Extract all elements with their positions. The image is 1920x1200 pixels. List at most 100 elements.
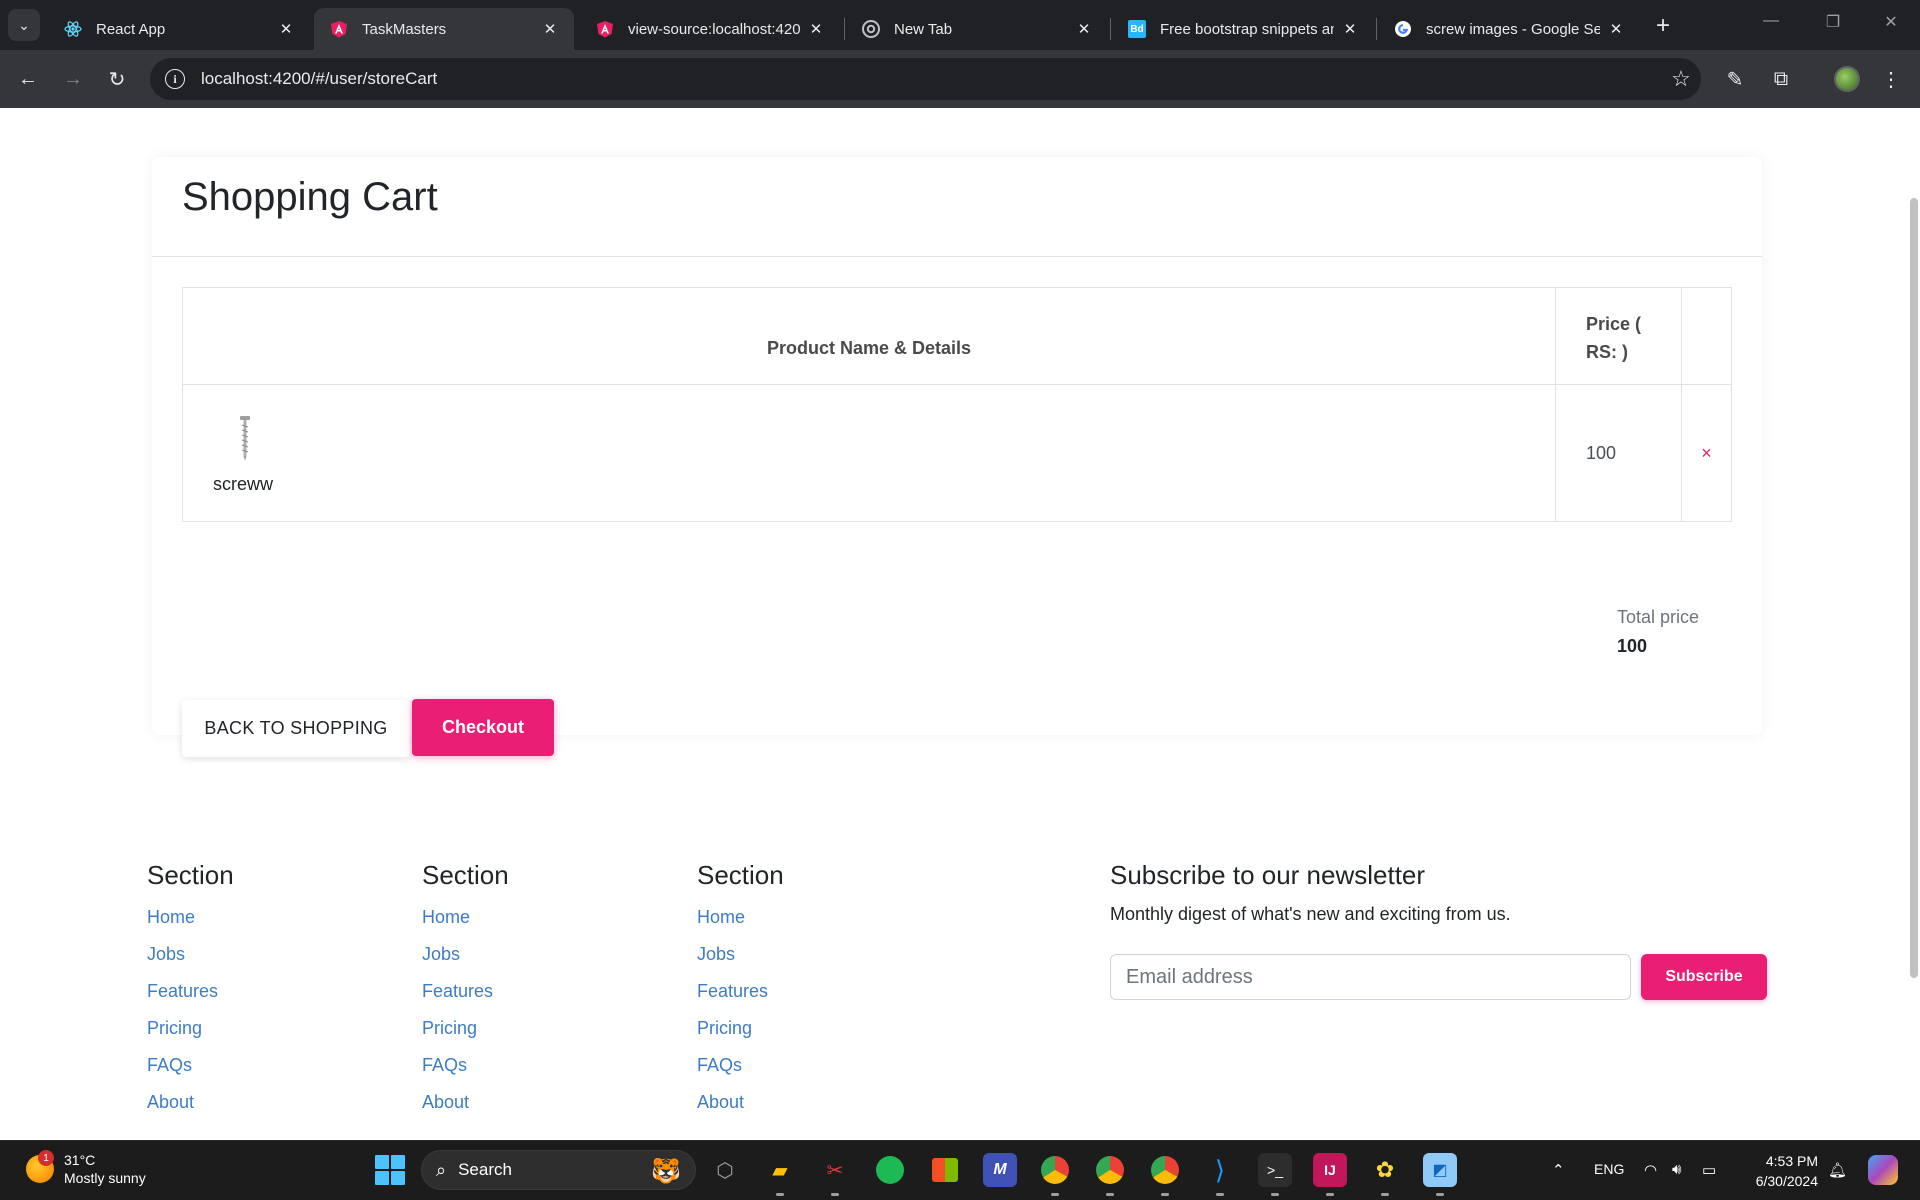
forward-button[interactable]: → — [58, 64, 88, 94]
back-button[interactable]: ← — [13, 64, 43, 94]
arrow-right-icon: → — [63, 67, 83, 90]
weather-widget[interactable]: 1 31°C Mostly sunny — [26, 1150, 146, 1187]
tab-view-source[interactable]: view-source:localhost:4200 ✕ — [580, 8, 840, 50]
footer-link-about[interactable]: About — [422, 1091, 672, 1128]
app-icon-light-blue[interactable]: ◩ — [1423, 1153, 1457, 1187]
tab-divider — [844, 18, 845, 40]
footer-section-3: Section Home Jobs Features Pricing FAQs … — [697, 860, 947, 1128]
footer-link-features[interactable]: Features — [422, 980, 672, 1017]
intellij-icon[interactable]: IJ — [1313, 1153, 1347, 1187]
footer-link-home[interactable]: Home — [422, 906, 672, 943]
checkout-button[interactable]: Checkout — [412, 699, 554, 756]
tab-bootdey[interactable]: Bd Free bootstrap snippets an ✕ — [1112, 8, 1374, 50]
spotify-icon[interactable] — [873, 1153, 907, 1187]
footer-link-jobs[interactable]: Jobs — [147, 943, 397, 980]
tab-google-screw[interactable]: screw images - Google Sea ✕ — [1378, 8, 1640, 50]
footer-link-faqs[interactable]: FAQs — [697, 1054, 947, 1091]
restore-button[interactable]: ❐ — [1818, 12, 1848, 32]
terminal-icon[interactable]: >_ — [1258, 1153, 1292, 1187]
footer-link-faqs[interactable]: FAQs — [147, 1054, 397, 1091]
system-clock[interactable]: 4:53 PM 6/30/2024 — [1740, 1151, 1818, 1191]
total-summary: Total price 100 — [1617, 607, 1699, 657]
copilot-icon[interactable] — [1868, 1155, 1898, 1185]
chrome-profile-2-icon[interactable] — [1148, 1153, 1182, 1187]
notification-bell-icon[interactable]: 🔔︎ — [1828, 1161, 1847, 1179]
close-icon[interactable]: ✕ — [1606, 19, 1626, 39]
footer-link-features[interactable]: Features — [147, 980, 397, 1017]
close-icon[interactable]: ✕ — [276, 19, 296, 39]
file-explorer-icon[interactable]: ▰ — [763, 1153, 797, 1187]
battery-icon[interactable]: ▭ — [1702, 1161, 1716, 1179]
start-button[interactable] — [375, 1155, 405, 1185]
footer-link-pricing[interactable]: Pricing — [697, 1017, 947, 1054]
app-icon-blue[interactable]: M — [983, 1153, 1017, 1187]
close-icon[interactable]: ✕ — [806, 19, 826, 39]
footer-link-about[interactable]: About — [147, 1091, 397, 1128]
chrome-profile-icon[interactable] — [1093, 1153, 1127, 1187]
volume-icon[interactable]: 🔊︎ — [1672, 1161, 1681, 1178]
footer-link-jobs[interactable]: Jobs — [697, 943, 947, 980]
footer-link-pricing[interactable]: Pricing — [422, 1017, 672, 1054]
profile-avatar[interactable] — [1834, 66, 1860, 92]
extensions-puzzle-icon[interactable]: ⧉ — [1766, 64, 1796, 94]
chevron-up-icon[interactable]: ⌃ — [1552, 1161, 1565, 1179]
reload-button[interactable]: ↻ — [102, 64, 132, 94]
taskbar-search[interactable]: ⌕ Search 🐯 — [421, 1150, 696, 1190]
snipping-tool-icon[interactable]: ✂ — [818, 1153, 852, 1187]
footer-link-faqs[interactable]: FAQs — [422, 1054, 672, 1091]
footer-link-home[interactable]: Home — [147, 906, 397, 943]
address-bar[interactable]: i localhost:4200/#/user/storeCart ☆ — [150, 58, 1701, 100]
tab-new-tab[interactable]: New Tab ✕ — [846, 8, 1108, 50]
page-title: Shopping Cart — [182, 175, 438, 219]
minimize-icon: — — [1763, 12, 1779, 29]
chrome-icon[interactable] — [1038, 1153, 1072, 1187]
product-cell: screww — [183, 385, 1556, 521]
close-icon[interactable]: ✕ — [1074, 19, 1094, 39]
site-info-icon[interactable]: i — [165, 69, 185, 89]
subscribe-button[interactable]: Subscribe — [1641, 954, 1767, 1000]
new-tab-button[interactable]: + — [1650, 12, 1676, 39]
footer-section-title: Section — [147, 860, 234, 890]
email-field[interactable] — [1110, 954, 1631, 1000]
close-window-button[interactable]: ✕ — [1876, 12, 1906, 32]
tab-title: New Tab — [894, 20, 953, 38]
tab-taskmasters[interactable]: TaskMasters ✕ — [314, 8, 574, 50]
plus-icon: + — [1655, 12, 1670, 39]
back-to-shopping-button[interactable]: BACK TO SHOPPING — [182, 700, 410, 757]
minimize-button[interactable]: — — [1756, 12, 1786, 30]
running-indicator — [1216, 1193, 1224, 1196]
reload-icon: ↻ — [108, 68, 126, 91]
chrome-icon — [862, 20, 880, 38]
tab-title: React App — [96, 20, 166, 38]
wifi-icon[interactable]: ◠ — [1644, 1161, 1657, 1179]
eyedropper-extension-icon[interactable]: ✎ — [1720, 64, 1750, 94]
store-logo — [932, 1158, 958, 1182]
browser-toolbar: ← → ↻ i localhost:4200/#/user/storeCart … — [0, 50, 1920, 108]
page-scrollbar[interactable] — [1910, 198, 1918, 978]
chrome-logo — [1096, 1156, 1124, 1184]
app-icon-generic[interactable]: ⬡ — [708, 1153, 742, 1187]
footer-link-pricing[interactable]: Pricing — [147, 1017, 397, 1054]
newsletter-section: Subscribe to our newsletter Monthly dige… — [1110, 860, 1770, 1000]
tab-search-button[interactable]: ⌄ — [8, 9, 40, 41]
app-icon-yellow[interactable]: ✿ — [1368, 1153, 1402, 1187]
bookmark-star-icon[interactable]: ☆ — [1661, 66, 1701, 92]
language-indicator[interactable]: ENG — [1594, 1161, 1624, 1177]
footer-link-jobs[interactable]: Jobs — [422, 943, 672, 980]
footer-link-about[interactable]: About — [697, 1091, 947, 1128]
weather-temperature: 31°C — [64, 1152, 96, 1168]
close-icon[interactable]: ✕ — [540, 19, 560, 39]
close-icon[interactable]: ✕ — [1340, 19, 1360, 39]
remove-item-button[interactable]: × — [1682, 385, 1731, 521]
tab-react-app[interactable]: React App ✕ — [48, 8, 310, 50]
microsoft-store-icon[interactable] — [928, 1153, 962, 1187]
vscode-icon[interactable]: ⟩ — [1203, 1153, 1237, 1187]
card-header: Shopping Cart — [152, 157, 1762, 257]
table-row: screww 100 × — [183, 384, 1731, 521]
footer-link-home[interactable]: Home — [697, 906, 947, 943]
more-menu-icon[interactable]: ⋮ — [1876, 64, 1906, 94]
url-text[interactable]: localhost:4200/#/user/storeCart — [201, 69, 1661, 89]
running-indicator — [1326, 1193, 1334, 1196]
running-indicator — [1106, 1193, 1114, 1196]
footer-link-features[interactable]: Features — [697, 980, 947, 1017]
